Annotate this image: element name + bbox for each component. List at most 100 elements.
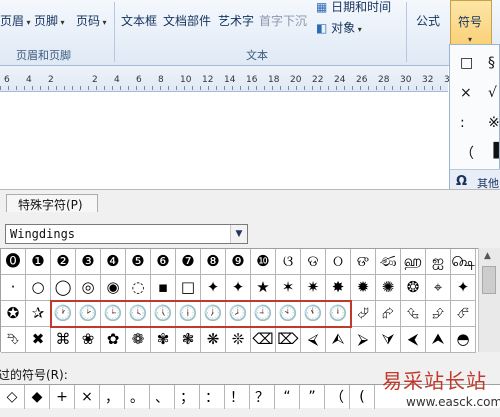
horizontal-ruler[interactable]: 642246810121416182022242628303234 — [0, 66, 455, 92]
date-time-button[interactable]: ▦ 日期和时间 — [316, 0, 391, 15]
symbol-cell[interactable]: 🕛 — [326, 301, 351, 327]
symbol-cell[interactable]: ○ — [26, 275, 51, 301]
symbol-cell[interactable]: ⮙ — [326, 327, 351, 353]
symbol-cell[interactable]: ✷ — [301, 275, 326, 301]
symbol-cell[interactable]: ⮘ — [301, 327, 326, 353]
recent-symbol-cell[interactable]: × — [75, 385, 100, 409]
recent-symbol-cell[interactable]: ？ — [250, 385, 275, 409]
symbol-cell[interactable]: ◯ — [51, 275, 76, 301]
header-button[interactable]: 页眉 ▾ — [0, 12, 31, 29]
symbol-cell[interactable]: ◎ — [76, 275, 101, 301]
scroll-up-icon[interactable]: ▲ — [484, 251, 491, 261]
symbol-cell[interactable]: ❸ — [76, 249, 101, 275]
wordart-button[interactable]: 艺术字 — [218, 12, 254, 29]
drop-cap-button[interactable]: 首字下沉 — [259, 12, 307, 29]
symbol-cell[interactable]: 🕙 — [276, 301, 301, 327]
symbol-cell[interactable]: ⮴ — [401, 301, 426, 327]
symbol-dropdown-cell[interactable]: √ — [488, 85, 497, 101]
recent-symbol-cell[interactable]: 、 — [150, 385, 175, 409]
object-button[interactable]: ◧ 对象 ▾ — [316, 19, 362, 36]
symbol-cell[interactable]: ✾ — [151, 327, 176, 353]
symbol-cell[interactable]: ⮳ — [376, 301, 401, 327]
symbol-cell[interactable]: ❊ — [226, 327, 251, 353]
symbol-cell[interactable]: ⮛ — [376, 327, 401, 353]
symbol-cell[interactable]: ❻ — [151, 249, 176, 275]
symbol-cell[interactable]: ◌ — [126, 275, 151, 301]
symbol-cell[interactable]: ⌦ — [276, 327, 301, 353]
symbol-cell[interactable]: ❿ — [251, 249, 276, 275]
symbol-cell[interactable]: ⌖ — [426, 275, 451, 301]
chevron-down-icon[interactable]: ▼ — [230, 225, 247, 243]
font-select[interactable]: Wingdings ▼ — [5, 224, 248, 244]
symbol-cell[interactable]: ◉ — [101, 275, 126, 301]
symbol-cell[interactable]: ✺ — [376, 275, 401, 301]
symbol-cell[interactable]: ଠ — [326, 249, 351, 275]
recent-symbol-cell[interactable]: ： — [200, 385, 225, 409]
symbol-cell[interactable]: ✿ — [101, 327, 126, 353]
symbol-dropdown-cell[interactable]: § — [488, 55, 495, 71]
recent-symbol-cell[interactable]: + — [50, 385, 75, 409]
symbol-cell[interactable]: ❁ — [126, 327, 151, 353]
symbol-cell[interactable]: ஹ — [401, 249, 426, 275]
symbol-cell[interactable]: 🕘 — [251, 301, 276, 327]
symbol-cell[interactable]: ❼ — [176, 249, 201, 275]
symbol-cell[interactable]: 🕐 — [51, 301, 76, 327]
symbol-cell[interactable]: ❾ — [226, 249, 251, 275]
symbol-cell[interactable]: 🕚 — [301, 301, 326, 327]
symbol-cell[interactable]: □ — [176, 275, 201, 301]
symbol-cell[interactable]: ❽ — [201, 249, 226, 275]
recent-symbol-cell[interactable]: ； — [175, 385, 200, 409]
symbol-cell[interactable]: ✹ — [351, 275, 376, 301]
recent-symbol-cell[interactable]: ◇ — [0, 385, 25, 409]
symbol-cell[interactable]: ⮜ — [401, 327, 426, 353]
symbol-cell[interactable]: ⮷ — [1, 327, 26, 353]
symbol-cell[interactable]: ✶ — [276, 275, 301, 301]
symbol-dropdown-cell[interactable]: : — [460, 115, 465, 131]
symbol-cell[interactable]: ❷ — [51, 249, 76, 275]
symbol-cell[interactable]: 🕔 — [151, 301, 176, 327]
symbol-cell[interactable]: ଡ — [301, 249, 326, 275]
symbol-cell[interactable]: 🕑 — [76, 301, 101, 327]
scroll-thumb[interactable] — [482, 266, 496, 294]
symbol-cell[interactable]: ଓ — [276, 249, 301, 275]
page-number-button[interactable]: 页码 ▾ — [76, 12, 107, 29]
symbol-cell[interactable]: ⌘ — [51, 327, 76, 353]
symbol-cell[interactable]: ◓ — [451, 327, 476, 353]
footer-button[interactable]: 页脚 ▾ — [34, 12, 65, 29]
recent-symbol-cell[interactable]: ， — [100, 385, 125, 409]
symbol-cell[interactable]: ▪ — [151, 275, 176, 301]
recent-symbol-cell[interactable]: ” — [300, 385, 325, 409]
symbol-cell[interactable]: 🕒 — [101, 301, 126, 327]
symbol-cell[interactable]: · — [1, 275, 26, 301]
symbol-cell[interactable]: 🕕 — [176, 301, 201, 327]
symbol-cell[interactable]: ✖ — [26, 327, 51, 353]
recent-symbol-cell[interactable]: “ — [275, 385, 300, 409]
equation-button[interactable]: 公式 — [416, 12, 440, 29]
symbol-dropdown-cell[interactable]: × — [460, 85, 472, 101]
symbol-cell[interactable]: ❃ — [176, 327, 201, 353]
symbol-cell[interactable]: ⮵ — [426, 301, 451, 327]
symbol-cell[interactable]: ✰ — [26, 301, 51, 327]
symbol-cell[interactable]: ණ — [376, 249, 401, 275]
recent-symbol-cell[interactable]: 。 — [125, 385, 150, 409]
grid-scrollbar[interactable]: ▲ — [478, 248, 500, 352]
symbol-cell[interactable]: 🕗 — [226, 301, 251, 327]
symbol-cell[interactable]: ✸ — [326, 275, 351, 301]
symbol-cell[interactable]: ✦ — [226, 275, 251, 301]
recent-symbol-cell[interactable]: ( — [350, 385, 375, 409]
recent-symbol-cell[interactable]: ！ — [225, 385, 250, 409]
symbol-cell[interactable]: ✦ — [201, 275, 226, 301]
symbol-cell[interactable]: 🕓 — [126, 301, 151, 327]
text-box-button[interactable]: 文本框 — [121, 12, 157, 29]
symbol-cell[interactable]: ௸ — [451, 249, 476, 275]
quick-parts-button[interactable]: 文档部件 — [163, 12, 211, 29]
symbol-cell[interactable]: ⌫ — [251, 327, 276, 353]
symbol-cell[interactable]: ⓿ — [1, 249, 26, 275]
symbol-cell[interactable]: ❋ — [201, 327, 226, 353]
symbol-dropdown-cell[interactable]: （ — [460, 143, 474, 163]
recent-symbol-cell[interactable]: ◆ — [25, 385, 50, 409]
symbol-cell[interactable]: ❶ — [26, 249, 51, 275]
symbol-cell[interactable]: ✪ — [1, 301, 26, 327]
symbol-cell[interactable]: ❂ — [401, 275, 426, 301]
recent-symbol-cell[interactable]: （ — [325, 385, 350, 409]
